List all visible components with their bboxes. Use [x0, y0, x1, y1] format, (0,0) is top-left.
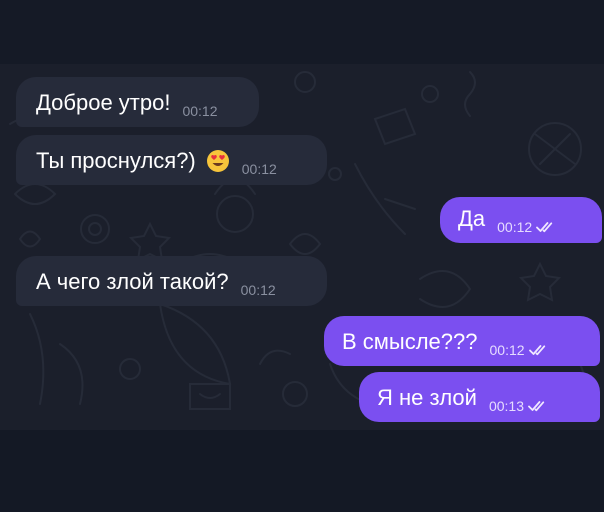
message-text: В смысле??? [342, 329, 478, 354]
message-outgoing[interactable]: Я не злой 00:13 [359, 372, 600, 422]
double-check-icon [536, 222, 553, 233]
message-meta: 00:12 [490, 342, 549, 358]
message-meta: 00:12 [182, 103, 217, 119]
message-time: 00:12 [497, 219, 533, 235]
message-text: Доброе утро! [36, 90, 171, 115]
message-text: А чего злой такой? [36, 269, 229, 294]
message-time: 00:12 [182, 103, 218, 119]
message-meta: 00:12 [497, 219, 556, 235]
double-check-icon [528, 345, 545, 356]
message-meta: 00:12 [242, 161, 277, 177]
message-incoming[interactable]: Доброе утро! 00:12 [16, 77, 259, 127]
message-text-wrap: Ты проснулся?) [36, 148, 230, 174]
message-meta: 00:13 [489, 398, 548, 414]
double-check-icon [528, 401, 545, 412]
message-text: Я не злой [377, 385, 477, 410]
message-incoming[interactable]: А чего злой такой? 00:12 [16, 256, 327, 306]
bottom-area [0, 430, 604, 512]
message-outgoing[interactable]: В смысле??? 00:12 [324, 316, 600, 366]
message-outgoing[interactable]: Да 00:12 [440, 197, 602, 243]
chat-area[interactable]: Доброе утро! 00:12 Ты проснулся?) 00:12 [0, 64, 604, 430]
message-incoming[interactable]: Ты проснулся?) 00:12 [16, 135, 327, 185]
heart-eyes-emoji-icon [206, 150, 229, 172]
message-meta: 00:12 [241, 282, 276, 298]
chat-screen: Доброе утро! 00:12 Ты проснулся?) 00:12 [0, 0, 604, 512]
message-text: Да [458, 206, 486, 231]
message-time: 00:12 [240, 282, 276, 298]
message-time: 00:12 [241, 161, 277, 177]
message-time: 00:13 [488, 398, 524, 414]
message-time: 00:12 [489, 342, 525, 358]
message-text: Ты проснулся?) [36, 148, 196, 173]
